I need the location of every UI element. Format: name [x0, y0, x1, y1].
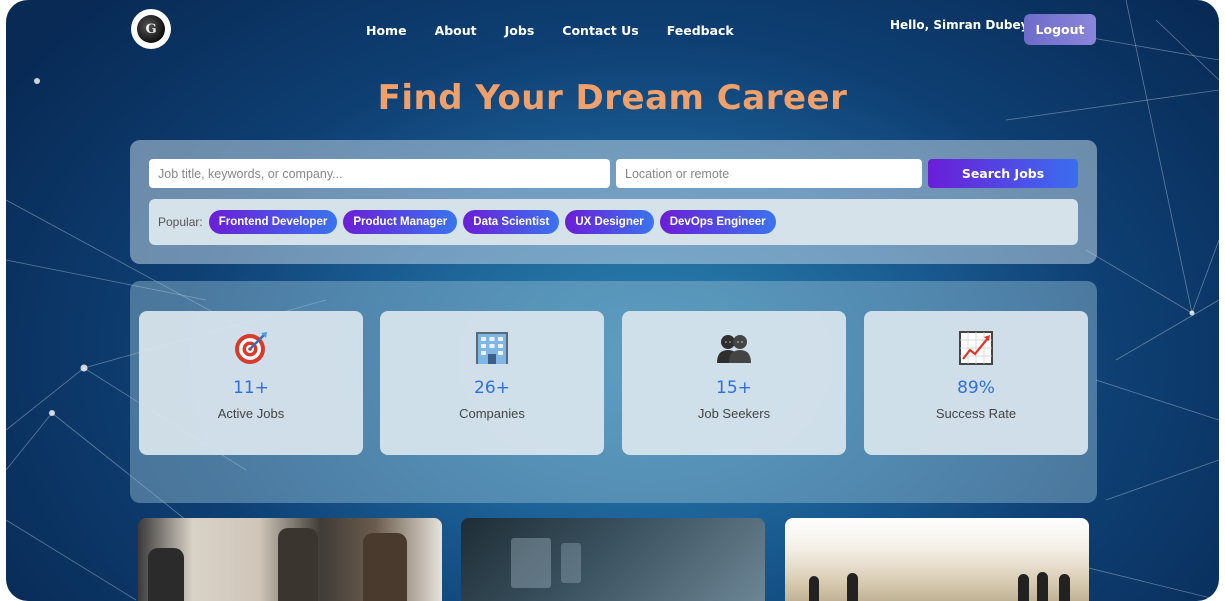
person-silhouette: [278, 528, 318, 601]
nav-jobs-link[interactable]: Jobs: [505, 23, 535, 38]
popular-tag[interactable]: Frontend Developer: [208, 210, 338, 234]
stat-value: 26+: [474, 378, 510, 398]
stat-card-job-seekers: 15+ Job Seekers: [622, 311, 846, 455]
person-silhouette: [1059, 574, 1070, 601]
screen-panel: [561, 543, 581, 583]
popular-tag[interactable]: DevOps Engineer: [659, 210, 776, 234]
feature-image-card-meeting[interactable]: [785, 518, 1089, 601]
person-silhouette: [363, 533, 407, 601]
person-silhouette: [148, 548, 184, 601]
hero-title: Find Your Dream Career: [377, 78, 848, 118]
stat-card-companies: 26+ Companies: [380, 311, 604, 455]
popular-tag[interactable]: Data Scientist: [463, 210, 560, 234]
popular-tag[interactable]: Product Manager: [343, 210, 458, 234]
stat-label: Job Seekers: [697, 406, 771, 421]
person-silhouette: [809, 576, 819, 601]
person-silhouette: [1018, 574, 1029, 601]
people-icon: [716, 330, 752, 366]
stat-label: Success Rate: [935, 406, 1017, 421]
page-frame: G Home About Jobs Contact Us Feedback He…: [6, 0, 1219, 601]
logout-button[interactable]: Logout: [1024, 14, 1096, 45]
nav-feedback-link[interactable]: Feedback: [667, 23, 734, 38]
nav-contact-link[interactable]: Contact Us: [562, 23, 638, 38]
screen-panel: [511, 538, 551, 588]
stat-label: Companies: [459, 406, 525, 421]
location-input[interactable]: Location or remote: [616, 159, 922, 188]
feature-image-card-search[interactable]: [461, 518, 765, 601]
chart-increasing-icon: [958, 330, 994, 366]
stat-card-active-jobs: 11+ Active Jobs: [139, 311, 363, 455]
feature-image-card-team[interactable]: [138, 518, 442, 601]
stats-panel: 11+ Active Jobs 26+ Companies 15+ Job Se…: [130, 281, 1097, 503]
main-nav: Home About Jobs Contact Us Feedback: [366, 23, 734, 38]
building-icon: [474, 330, 510, 366]
popular-label: Popular:: [158, 215, 203, 229]
nav-home-link[interactable]: Home: [366, 23, 407, 38]
stat-value: 15+: [716, 378, 752, 398]
popular-tag[interactable]: UX Designer: [565, 210, 654, 234]
target-icon: [233, 330, 269, 366]
logo-mark: G: [137, 15, 165, 43]
popular-searches: Popular: Frontend Developer Product Mana…: [149, 199, 1078, 245]
search-jobs-button[interactable]: Search Jobs: [928, 159, 1078, 188]
search-panel: Job title, keywords, or company... Locat…: [130, 140, 1097, 264]
stat-card-success-rate: 89% Success Rate: [864, 311, 1088, 455]
site-logo[interactable]: G: [131, 9, 171, 49]
job-search-input[interactable]: Job title, keywords, or company...: [149, 159, 610, 188]
person-silhouette: [847, 573, 858, 601]
stat-value: 89%: [957, 378, 995, 398]
user-greeting: Hello, Simran Dubey: [890, 18, 1029, 32]
stat-label: Active Jobs: [217, 406, 285, 421]
stat-value: 11+: [233, 378, 269, 398]
nav-about-link[interactable]: About: [435, 23, 477, 38]
person-silhouette: [1037, 572, 1048, 601]
